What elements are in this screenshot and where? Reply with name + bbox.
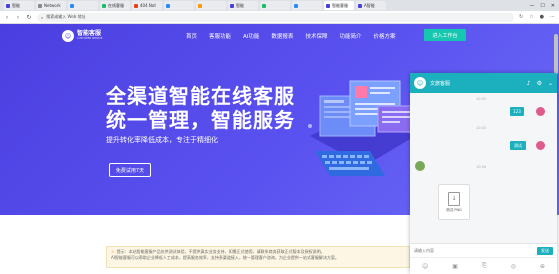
browser-tab[interactable]: 404 Not <box>132 1 162 10</box>
browser-tab[interactable]: Network <box>36 1 66 10</box>
file-attachment[interactable]: ↓ 测试.PNG <box>438 184 470 220</box>
tab-label: 在线客服 <box>108 2 124 8</box>
file-download-icon: ↓ <box>448 191 460 206</box>
logo-icon: ☺ <box>62 30 74 42</box>
message-bubble-user: 测试 <box>510 141 526 150</box>
tab-favicon-icon <box>6 3 10 8</box>
timestamp: 10:32 <box>476 97 487 101</box>
location-icon[interactable]: ◎ <box>511 263 516 270</box>
browser-tab[interactable] <box>196 1 226 10</box>
headline-line-1: 全渠道智能在线客服 <box>106 84 295 108</box>
chevron-down-icon[interactable]: ⌄ <box>548 80 553 87</box>
browser-tab[interactable] <box>292 1 322 10</box>
hero-illustration <box>308 80 415 176</box>
sound-icon[interactable]: ♪ <box>527 80 531 87</box>
close-icon[interactable]: ✕ <box>551 3 555 9</box>
address-placeholder: 搜索或输入 Web 地址 <box>46 14 86 19</box>
timestamp: 10:34 <box>476 165 487 169</box>
hero-headline: 全渠道智能在线客服 统一管理，智能服务 <box>106 84 295 132</box>
hero-subline: 提升转化率降低成本，专注于精细化 <box>106 136 218 144</box>
tab-label: 智能 <box>12 2 20 8</box>
tab-label: Network <box>44 3 61 8</box>
notice-banner: ⚠ 提示：本站智能客服产品仅供测试体验，不提供真实业务支持，如需正式使用，请联系商… <box>106 246 410 268</box>
nav-menu-item[interactable]: 价格方案 <box>373 32 395 40</box>
tab-favicon-icon <box>358 3 362 8</box>
chat-message-input[interactable] <box>414 248 533 253</box>
notice-line-2: AI智能客服可以帮助企业降低人工成本，提高服务效率，支持多渠道接入，统一管理客户… <box>111 255 339 260</box>
more-menu-icon[interactable]: ⋯ <box>550 14 555 20</box>
browser-tab[interactable]: A智能 <box>356 1 386 10</box>
tab-favicon-icon <box>294 3 298 8</box>
nav-menu-item[interactable]: 客服功能 <box>209 32 231 40</box>
send-button[interactable]: 发送 <box>537 246 553 255</box>
tab-favicon-icon <box>102 3 106 8</box>
more-icon[interactable]: ⊕ <box>540 263 545 270</box>
browser-tab[interactable] <box>260 1 290 10</box>
image-icon[interactable]: ▣ <box>452 263 458 270</box>
browser-tab[interactable]: 智能客服 <box>324 1 354 10</box>
logo-subtitle: CUSTOMER SERVICE <box>77 37 103 41</box>
address-bar[interactable]: ⌕ 搜索或输入 Web 地址 <box>37 12 514 22</box>
user-avatar <box>536 141 545 150</box>
search-icon: ⌕ <box>41 14 44 20</box>
chat-header: ☺ 文旅客服 ♪ ⚙ ⌄ <box>410 73 557 93</box>
tab-favicon-icon <box>262 3 266 8</box>
browser-tab[interactable] <box>68 1 98 10</box>
notice-line-1: 提示：本站智能客服产品仅供测试体验，不提供真实业务支持，如需正式使用，请联系商务… <box>116 249 325 254</box>
chat-title: 文旅客服 <box>430 80 451 87</box>
profile-icon[interactable]: ● <box>540 14 544 20</box>
chat-toolbar: ☺ ▣ ⎘ ◎ ⊕ <box>410 257 557 274</box>
page-scrollbar[interactable] <box>554 34 558 74</box>
free-trial-button[interactable]: 免费试用7天 <box>109 163 151 177</box>
main-menu: 首页 客服功能 AI功能 数据报表 技术保障 功能简介 价格方案 <box>186 32 395 40</box>
file-icon[interactable]: ⎘ <box>482 262 487 270</box>
browser-tab[interactable]: 智能 <box>4 1 34 10</box>
reload-icon[interactable]: ↻ <box>26 14 32 21</box>
tab-favicon-icon <box>70 3 74 8</box>
nav-menu-item[interactable]: 技术保障 <box>305 32 327 40</box>
browser-tab[interactable]: 智能 <box>228 1 258 10</box>
tab-favicon-icon <box>166 3 170 8</box>
back-icon[interactable]: ‹ <box>4 14 10 21</box>
tab-label: 智能客服 <box>332 2 348 8</box>
window-controls: — ☐ ✕ <box>529 3 559 9</box>
file-name: 测试.PNG <box>446 207 462 212</box>
tab-label: 智能 <box>236 2 244 8</box>
user-avatar <box>536 107 545 116</box>
enter-workbench-button[interactable]: 进入工作台 <box>424 29 466 41</box>
star-icon[interactable]: ☆ <box>529 14 533 20</box>
tab-favicon-icon <box>38 3 42 8</box>
nav-menu-item[interactable]: 数据报表 <box>271 32 293 40</box>
gear-icon[interactable]: ⚙ <box>537 80 542 87</box>
browser-toolbar: ‹ › ↻ ⌕ 搜索或输入 Web 地址 ↻ ☆ ● ⋯ <box>0 11 559 24</box>
maximize-icon[interactable]: ☐ <box>540 3 544 9</box>
nav-menu-item[interactable]: AI功能 <box>243 32 259 40</box>
chat-messages: 10:32 123 10:33 测试 10:34 ↓ 测试.PNG <box>410 93 557 243</box>
browser-tab-bar: 智能 Network 在线客服 404 Not 智能 智能客服 A智能 — ☐ ✕ <box>0 0 559 11</box>
refresh-icon[interactable]: ↻ <box>519 14 523 20</box>
chat-input-bar: 发送 <box>410 243 557 257</box>
chat-avatar-icon: ☺ <box>414 77 426 89</box>
minimize-icon[interactable]: — <box>529 3 534 9</box>
browser-tab[interactable]: 在线客服 <box>100 1 130 10</box>
agent-avatar <box>415 161 425 171</box>
site-logo[interactable]: ☺ 智能客服 CUSTOMER SERVICE <box>62 30 102 42</box>
headline-line-2: 统一管理，智能服务 <box>106 108 295 132</box>
tab-label: 404 Not <box>140 3 156 8</box>
nav-menu-item[interactable]: 首页 <box>186 32 197 40</box>
chat-widget: ☺ 文旅客服 ♪ ⚙ ⌄ 10:32 123 10:33 测试 10:34 ↓ … <box>410 73 557 274</box>
warning-icon: ⚠ <box>111 249 115 254</box>
browser-tab[interactable] <box>164 1 194 10</box>
tab-favicon-icon <box>198 3 202 8</box>
tab-favicon-icon <box>134 3 138 8</box>
message-bubble-user: 123 <box>510 107 524 116</box>
tab-favicon-icon <box>230 3 234 8</box>
timestamp: 10:33 <box>476 126 487 130</box>
tab-favicon-icon <box>326 3 330 8</box>
tab-label: A智能 <box>364 2 375 8</box>
emoji-icon[interactable]: ☺ <box>422 263 428 270</box>
browser-toolbar-icons: ↻ ☆ ● ⋯ <box>519 14 555 20</box>
forward-icon[interactable]: › <box>15 14 21 21</box>
nav-menu-item[interactable]: 功能简介 <box>339 32 361 40</box>
